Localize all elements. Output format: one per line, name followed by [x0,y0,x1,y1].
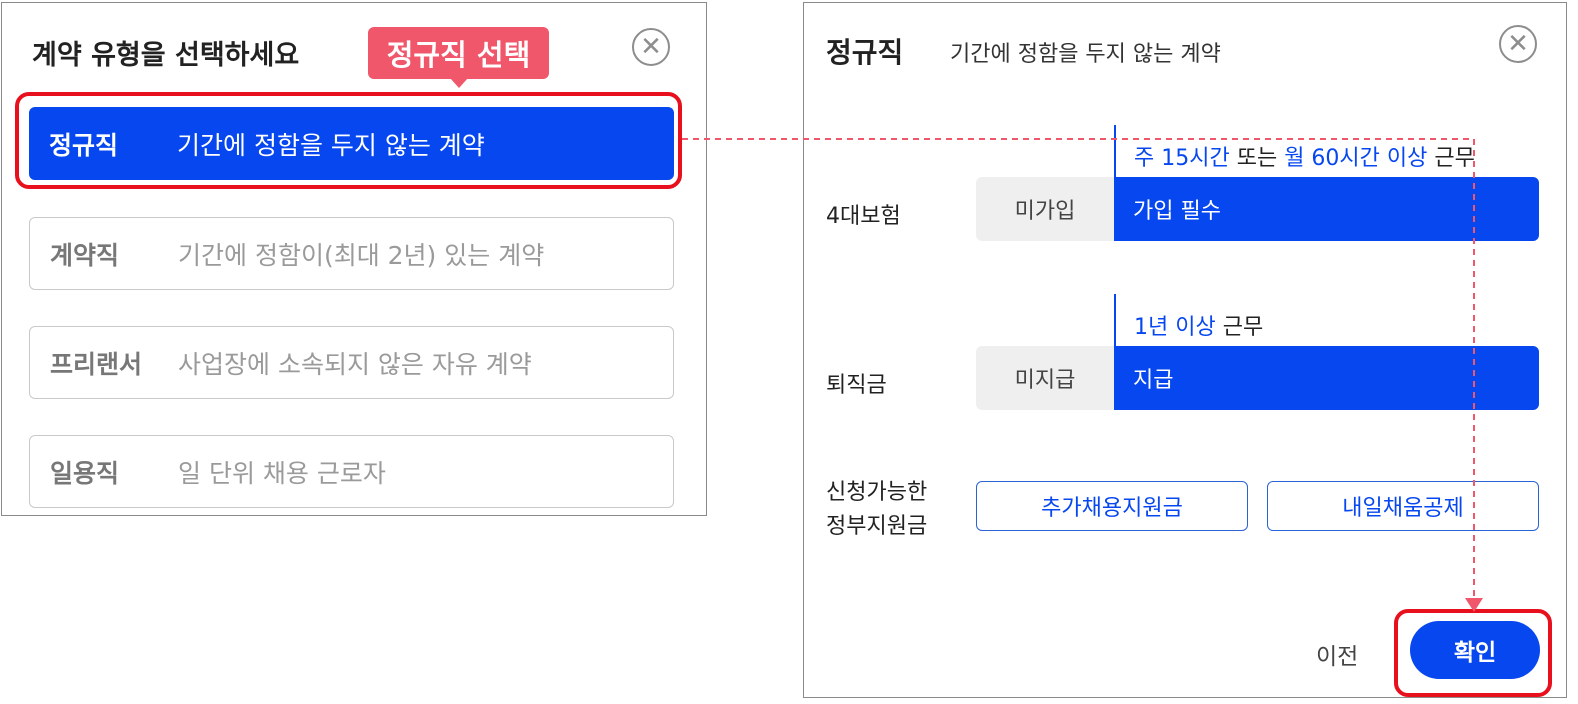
arrow-head-icon [1465,598,1483,612]
flow-arrow-line [682,138,1475,602]
flow-arrow [682,138,1483,612]
